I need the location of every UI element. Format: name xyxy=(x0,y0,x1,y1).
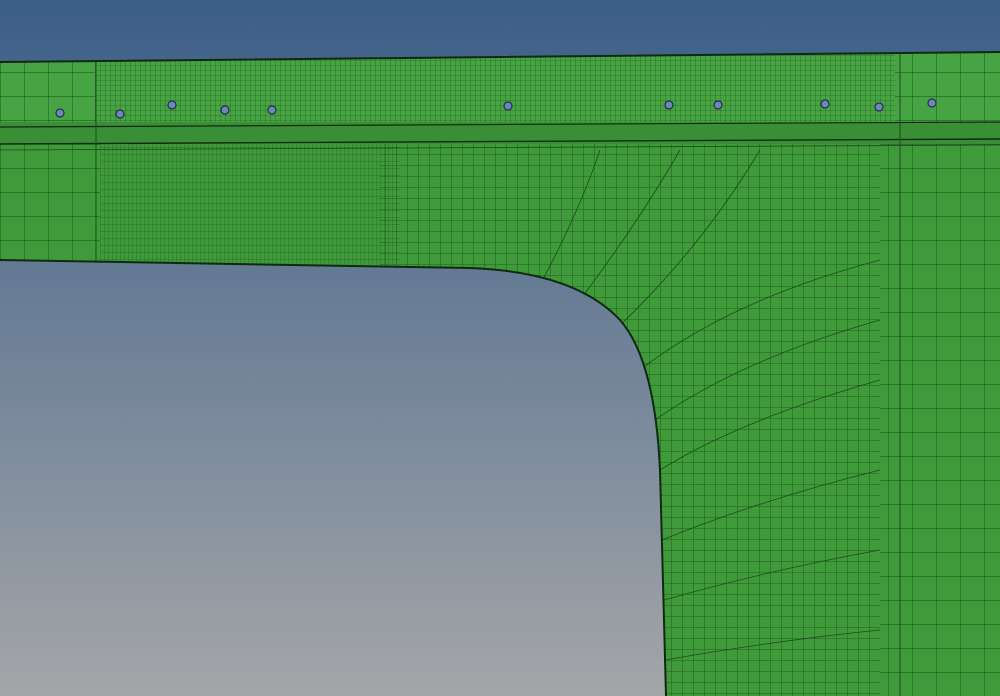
mesh-flange-right-end xyxy=(895,52,1000,130)
fastener-node[interactable] xyxy=(664,100,674,110)
fastener-node[interactable] xyxy=(220,105,230,115)
mesh-fine-arm xyxy=(100,140,400,265)
mesh-flange xyxy=(95,52,895,130)
fastener-node[interactable] xyxy=(927,98,937,108)
graphics-viewport[interactable] xyxy=(0,0,1000,696)
fastener-node[interactable] xyxy=(115,109,125,119)
fastener-node[interactable] xyxy=(167,100,177,110)
mesh-coarse-right xyxy=(880,140,1000,696)
fastener-node[interactable] xyxy=(267,105,277,115)
fastener-node[interactable] xyxy=(874,102,884,112)
fastener-node[interactable] xyxy=(503,101,513,111)
mesh-coarse-left xyxy=(0,140,100,265)
fe-model-canvas[interactable] xyxy=(0,0,1000,696)
fastener-node[interactable] xyxy=(55,108,65,118)
fastener-node[interactable] xyxy=(713,100,723,110)
fastener-node[interactable] xyxy=(820,99,830,109)
flange-joint-band xyxy=(0,122,1000,144)
